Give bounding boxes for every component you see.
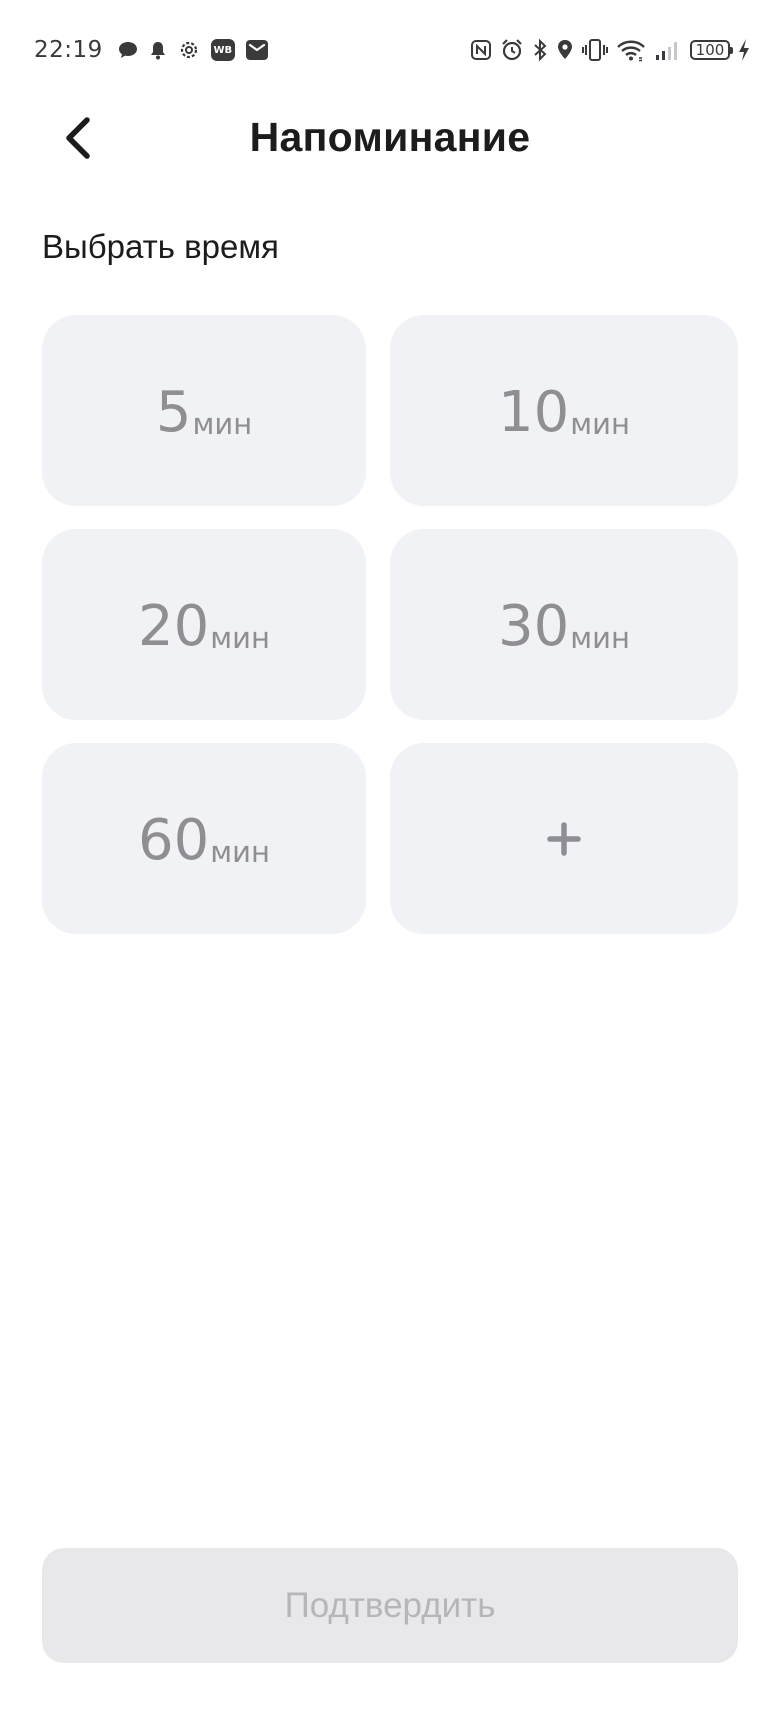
time-option-number: 5 [155,379,192,445]
wifi-icon [616,38,646,62]
time-option-value: 10 мин [498,379,630,445]
chat-bubble-icon [117,40,139,60]
battery-icon: 100 [690,40,733,60]
status-right: 100 [470,30,750,70]
alarm-icon [500,38,524,62]
plus-icon [547,821,581,856]
custom-time-button[interactable] [390,743,738,934]
nfc-icon [470,39,492,61]
time-option-value: 5 мин [155,379,253,445]
status-bar: 22:19 WB 100 [0,0,780,100]
time-option-5[interactable]: 5 мин [42,315,366,506]
time-option-10[interactable]: 10 мин [390,315,738,506]
time-option-value: 30 мин [498,593,630,659]
bluetooth-icon [532,38,548,62]
mail-icon [245,39,269,61]
header: Напоминание [0,100,780,180]
section-label: Выбрать время [42,228,279,265]
time-option-number: 30 [498,593,570,659]
time-option-number: 60 [138,807,210,873]
time-option-value: 60 мин [138,807,270,873]
status-time: 22:19 [34,37,103,63]
time-option-unit: мин [570,620,630,655]
settings-gear-icon [177,38,201,62]
time-option-unit: мин [192,406,253,441]
time-option-unit: мин [210,620,270,655]
confirm-button[interactable]: Подтвердить [42,1548,738,1663]
time-option-60[interactable]: 60 мин [42,743,366,934]
time-option-unit: мин [210,834,270,869]
location-icon [556,38,574,62]
time-option-value: 20 мин [138,593,270,659]
time-options-grid: 5 мин 10 мин 20 мин 30 мин 60 мин [42,315,738,934]
page-title: Напоминание [249,114,531,160]
charging-icon [738,38,750,62]
time-option-number: 20 [138,593,210,659]
wb-app-icon: WB [210,39,235,61]
bell-icon [149,40,167,60]
time-option-number: 10 [498,379,570,445]
time-option-30[interactable]: 30 мин [390,529,738,720]
time-option-20[interactable]: 20 мин [42,529,366,720]
signal-icon [654,38,682,62]
time-option-unit: мин [570,406,630,441]
status-left: 22:19 WB [34,30,269,70]
vibrate-icon [582,38,608,62]
